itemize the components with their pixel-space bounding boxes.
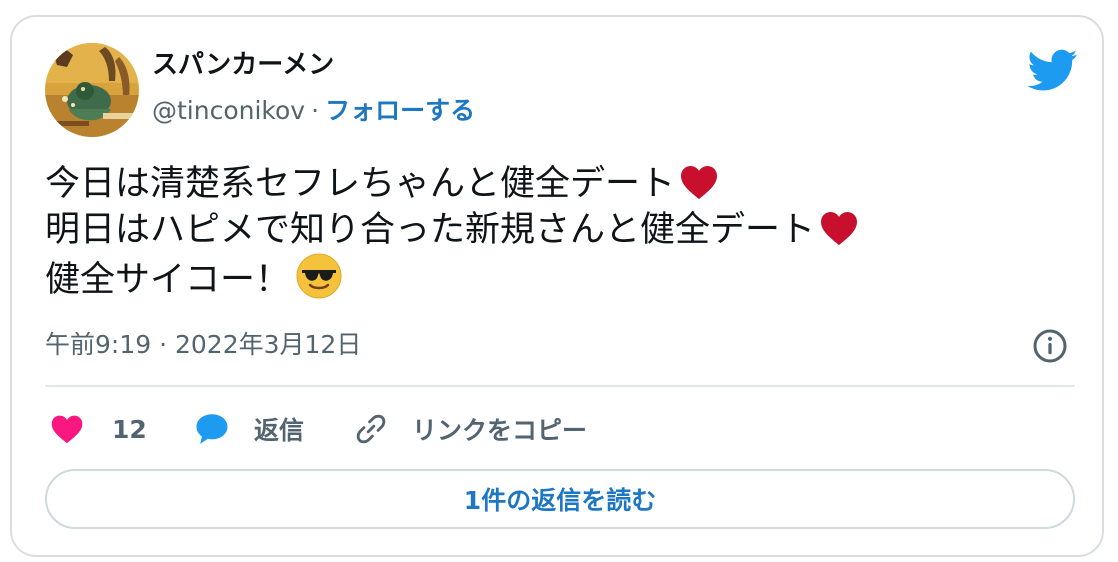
avatar[interactable] [45,43,139,137]
like-button[interactable]: 12 [50,409,147,449]
handle-row: @tinconikov · フォローする [152,93,475,129]
sunglasses-face-icon [296,253,342,299]
user-handle[interactable]: @tinconikov [152,96,305,125]
tweet-line-text: 健全サイコー！ [45,260,291,300]
follow-button[interactable]: フォローする [325,96,475,125]
avatar-image [45,43,139,137]
link-icon [356,414,386,444]
speech-bubble-icon [196,414,228,444]
copy-link-label: リンクをコピー [412,416,588,445]
divider [45,385,1075,387]
red-heart-icon [821,211,858,246]
tweet-text: 今日は清楚系セフレちゃんと健全デート 明日はハピメで知り合った新規さんと健全デー… [45,161,859,300]
info-circle-icon[interactable] [1032,328,1068,364]
tweet-line-text: 今日は清楚系セフレちゃんと健全デート [45,164,676,204]
read-replies-button[interactable]: 1件の返信を読む [45,469,1075,529]
like-count: 12 [112,414,147,444]
reply-button[interactable]: 返信 [194,409,304,449]
copy-link-button[interactable]: リンクをコピー [354,409,587,449]
reply-label: 返信 [254,416,305,445]
display-name[interactable]: スパンカーメン [152,47,334,83]
red-heart-icon [681,165,718,200]
handle-separator: · [311,96,320,125]
heart-icon [51,415,83,444]
tweet-timestamp[interactable]: 午前9:19 · 2022年3月12日 [45,327,361,363]
tweet-line: 今日は清楚系セフレちゃんと健全デート [45,161,859,207]
tweet-card: スパンカーメン @tinconikov · フォローする 今日は清楚系セフレちゃんと… [10,15,1104,557]
tweet-line-text: 明日はハピメで知り合った新規さんと健全デート [45,210,816,250]
tweet-line: 明日はハピメで知り合った新規さんと健全デート [45,207,859,253]
tweet-line: 健全サイコー！ [45,253,859,300]
twitter-bird-icon[interactable] [1028,45,1078,95]
